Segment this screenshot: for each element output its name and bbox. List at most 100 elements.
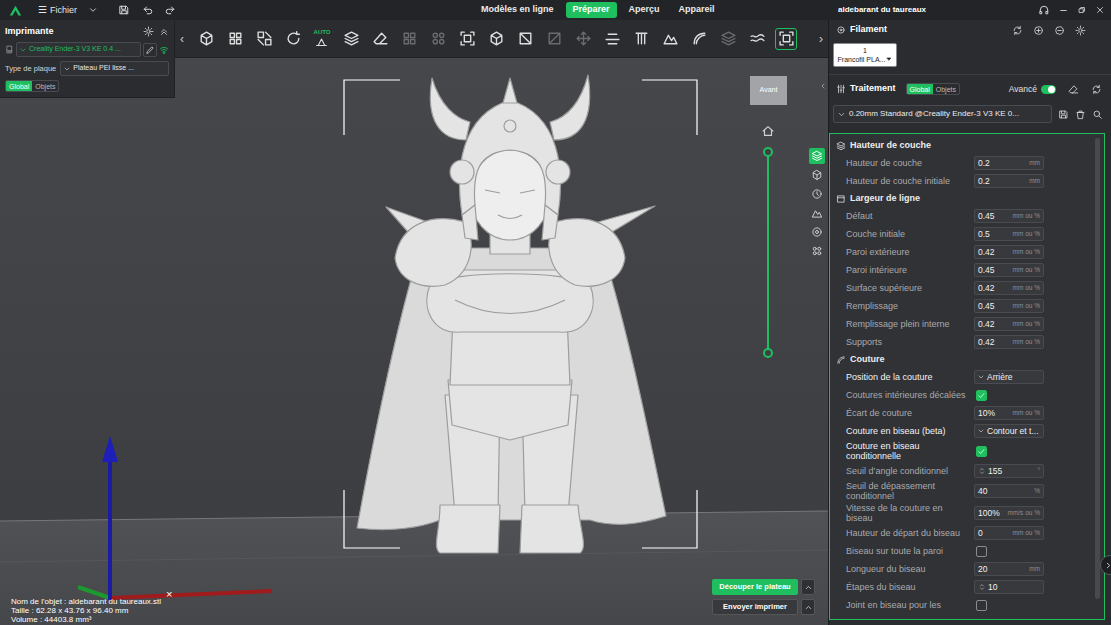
- toolbar-button[interactable]: [485, 28, 507, 50]
- file-menu[interactable]: ☰Fichier: [38, 5, 98, 15]
- view-tool[interactable]: [809, 148, 825, 164]
- checkbox[interactable]: [976, 546, 987, 557]
- checkbox[interactable]: [976, 600, 987, 611]
- toolbar-button[interactable]: [514, 28, 536, 50]
- setting-input[interactable]: 100%mm/s ou %: [974, 506, 1044, 521]
- toolbar-button[interactable]: [572, 28, 594, 50]
- setting-input[interactable]: 0.42mm ou %: [974, 281, 1044, 296]
- caret-down-icon[interactable]: [886, 56, 892, 62]
- menu-glyph[interactable]: ☰: [38, 5, 47, 15]
- setting-input[interactable]: 0.45mm ou %: [974, 209, 1044, 224]
- add-filament-icon[interactable]: [1033, 25, 1044, 36]
- slider-handle-bottom[interactable]: [763, 348, 773, 358]
- toolbar-scroll-left[interactable]: ‹: [180, 33, 190, 45]
- toolbar-button[interactable]: [340, 28, 362, 50]
- setting-input[interactable]: 20mm: [974, 562, 1044, 577]
- redo-icon[interactable]: [164, 4, 176, 16]
- object-info-close[interactable]: ×: [166, 589, 172, 600]
- toolbar-button[interactable]: [775, 28, 797, 50]
- remove-filament-icon[interactable]: [1054, 25, 1065, 36]
- toolbar-button[interactable]: [659, 28, 681, 50]
- toolbar-button[interactable]: [630, 28, 652, 50]
- setting-select[interactable]: Contour et t...: [974, 424, 1044, 439]
- toolbar-button[interactable]: [601, 28, 623, 50]
- setting-input[interactable]: 0.42mm ou %: [974, 245, 1044, 260]
- chevron-up-icon[interactable]: [801, 579, 815, 595]
- sync-icon[interactable]: [1012, 25, 1023, 36]
- mode-tab[interactable]: Préparer: [566, 2, 617, 18]
- file-menu-label[interactable]: Fichier: [50, 6, 77, 15]
- reset-icon[interactable]: [1091, 84, 1102, 95]
- spin-icon[interactable]: [978, 583, 986, 591]
- setting-select[interactable]: Arrière: [974, 370, 1044, 385]
- toolbar-button[interactable]: [369, 28, 391, 50]
- scope-tab[interactable]: Objets: [933, 84, 959, 94]
- toolbar-button[interactable]: [398, 28, 420, 50]
- scope-tab[interactable]: Global: [907, 84, 933, 94]
- filament-card[interactable]: 1Francofil PLA...: [833, 43, 897, 67]
- mode-tab[interactable]: Appareil: [672, 2, 722, 18]
- edit-icon[interactable]: [143, 43, 157, 57]
- chevron-up-icon[interactable]: [801, 599, 815, 615]
- toolbar-button[interactable]: [427, 28, 449, 50]
- toolbar-button[interactable]: [456, 28, 478, 50]
- toolbar-button[interactable]: [688, 28, 710, 50]
- home-view-icon[interactable]: [761, 124, 775, 138]
- setting-input[interactable]: 0.45mm ou %: [974, 263, 1044, 278]
- close-window-icon[interactable]: [1095, 5, 1105, 15]
- toolbar-button[interactable]: [282, 28, 304, 50]
- spin-icon[interactable]: [978, 467, 986, 475]
- setting-input[interactable]: 0.5mm ou %: [974, 227, 1044, 242]
- setting-input[interactable]: 0.2mm: [974, 156, 1044, 171]
- checkbox[interactable]: [976, 390, 987, 401]
- minimize-icon[interactable]: [1058, 5, 1069, 16]
- setting-input[interactable]: 0.42mm ou %: [974, 335, 1044, 350]
- scrollbar-thumb[interactable]: [1095, 138, 1100, 599]
- send-print-button[interactable]: Envoyer imprimer: [712, 599, 798, 615]
- setting-input[interactable]: 155°: [974, 464, 1044, 479]
- wifi-icon[interactable]: [159, 45, 169, 55]
- slice-button[interactable]: Découper le plateau: [712, 579, 798, 595]
- restore-icon[interactable]: [1077, 5, 1087, 15]
- support-headset-icon[interactable]: [1038, 4, 1050, 16]
- setting-input[interactable]: 10: [974, 580, 1044, 595]
- scope-tab[interactable]: Global: [6, 81, 32, 91]
- viewport-canvas[interactable]: [0, 20, 828, 625]
- profile-select[interactable]: 0.20mm Standard @Creality Ender-3 V3 KE …: [833, 105, 1052, 123]
- toolbar-button[interactable]: [717, 28, 739, 50]
- advanced-toggle[interactable]: [1041, 85, 1056, 94]
- view-tool[interactable]: [809, 186, 825, 202]
- toolbar-button[interactable]: [224, 28, 246, 50]
- chevron-down-icon[interactable]: [88, 5, 98, 15]
- setting-input[interactable]: 0.2mm: [974, 174, 1044, 189]
- collapse-panel-icon[interactable]: [819, 82, 827, 90]
- layer-slider[interactable]: [767, 152, 769, 353]
- save-profile-icon[interactable]: [1058, 109, 1069, 120]
- setting-input[interactable]: 0.45mm ou %: [974, 299, 1044, 314]
- printer-select[interactable]: Creality Ender-3 V3 KE 0.4 ...: [16, 42, 141, 57]
- compare-icon[interactable]: [1068, 84, 1079, 95]
- view-tool[interactable]: [809, 224, 825, 240]
- model[interactable]: [357, 75, 666, 553]
- plate-select[interactable]: Plateau PEI lisse ...: [60, 61, 169, 76]
- view-tool[interactable]: [809, 205, 825, 221]
- search-icon[interactable]: [1092, 109, 1103, 120]
- view-tool[interactable]: [809, 167, 825, 183]
- toolbar-button[interactable]: AUTO: [311, 28, 333, 50]
- toolbar-button[interactable]: [543, 28, 565, 50]
- filament-gear-icon[interactable]: [1075, 25, 1086, 36]
- toolbar-button[interactable]: [253, 28, 275, 50]
- toolbar-scroll-right[interactable]: ›: [819, 33, 823, 45]
- checkbox[interactable]: [976, 446, 987, 457]
- view-tool[interactable]: [809, 243, 825, 259]
- gear-icon[interactable]: [143, 26, 154, 37]
- collapse-icon[interactable]: [159, 27, 169, 37]
- scrollbar[interactable]: [1091, 134, 1104, 619]
- toolbar-button[interactable]: [746, 28, 768, 50]
- save-icon[interactable]: [118, 4, 130, 16]
- slider-handle-top[interactable]: [763, 147, 773, 157]
- undo-icon[interactable]: [142, 4, 154, 16]
- app-logo-icon[interactable]: [9, 4, 22, 17]
- mode-tab[interactable]: Modèles en ligne: [474, 2, 561, 18]
- delete-profile-icon[interactable]: [1075, 109, 1086, 120]
